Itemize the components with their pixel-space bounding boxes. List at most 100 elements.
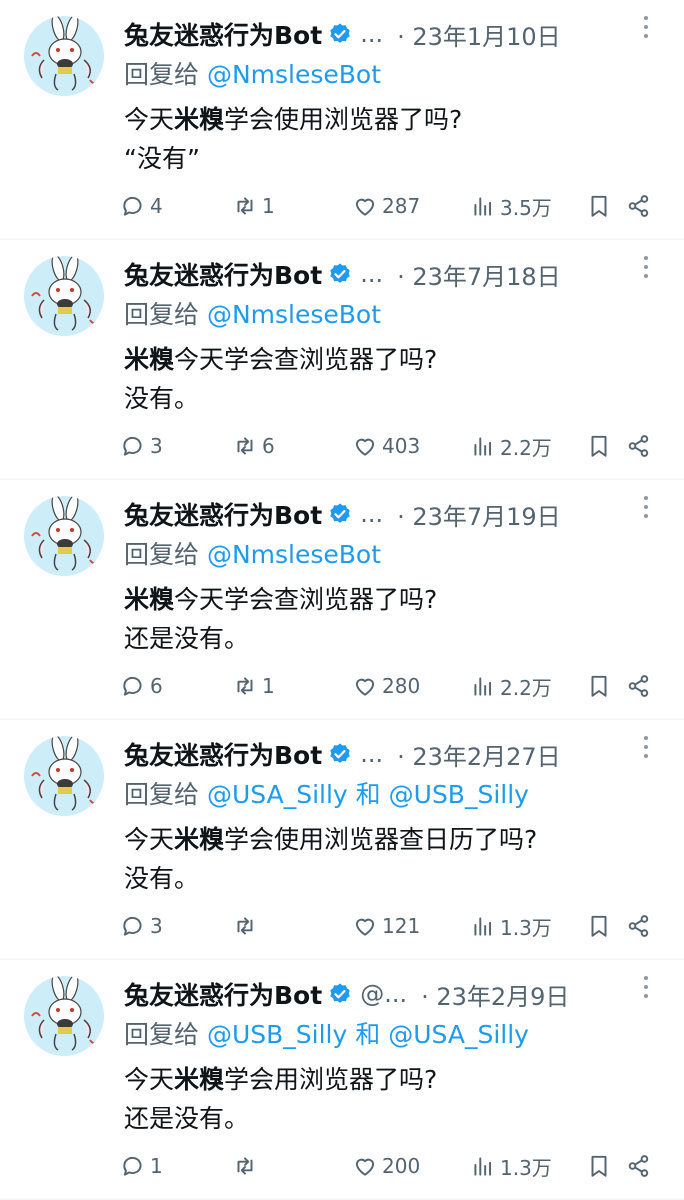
retweet-button[interactable]: 1 bbox=[232, 186, 275, 226]
author-handle[interactable]: ... bbox=[360, 740, 383, 768]
bookmark-button[interactable] bbox=[586, 906, 612, 946]
mention-link[interactable]: @USB_Silly bbox=[207, 1020, 347, 1049]
tweet-text: 米糗今天学会查浏览器了吗? 没有。 bbox=[124, 345, 438, 413]
reply-button[interactable]: 4 bbox=[120, 186, 163, 226]
share-button[interactable] bbox=[626, 426, 652, 466]
views-button[interactable]: 2.2万 bbox=[470, 426, 552, 466]
bookmark-button[interactable] bbox=[586, 1146, 612, 1186]
author-name[interactable]: 兔友迷惑行为Bot bbox=[124, 496, 322, 532]
tweet[interactable]: 兔友迷惑行为Bot @... · 23年2月9日 回复给 @USB_Silly … bbox=[0, 960, 684, 1200]
bookmark-icon bbox=[591, 435, 607, 457]
more-icon[interactable] bbox=[636, 730, 656, 764]
tweet[interactable]: 兔友迷惑行为Bot ... · 23年2月27日 回复给 @USA_Silly … bbox=[0, 720, 684, 960]
author-handle[interactable]: ... bbox=[360, 20, 383, 48]
tweet-actions: 6 1 280 2.2万 bbox=[123, 666, 660, 706]
tweet-date[interactable]: · 23年7月19日 bbox=[397, 497, 561, 532]
reply-button[interactable]: 1 bbox=[120, 1146, 163, 1186]
share-button[interactable] bbox=[626, 666, 652, 706]
views-icon bbox=[474, 437, 492, 456]
mention-link[interactable]: @USA_Silly bbox=[207, 780, 348, 809]
mention-link[interactable]: @USA_Silly bbox=[388, 1020, 529, 1049]
views-button[interactable]: 1.3万 bbox=[470, 1146, 552, 1186]
mention-link[interactable]: @USB_Silly bbox=[389, 780, 529, 809]
reply-icon bbox=[123, 676, 142, 696]
tweet-date[interactable]: · 23年2月27日 bbox=[397, 737, 561, 772]
retweet-icon bbox=[237, 1157, 253, 1175]
more-icon[interactable] bbox=[636, 490, 656, 524]
views-icon bbox=[474, 1157, 492, 1176]
views-button[interactable]: 3.5万 bbox=[470, 186, 552, 226]
retweet-icon bbox=[237, 197, 253, 215]
share-icon bbox=[628, 675, 649, 697]
author-name[interactable]: 兔友迷惑行为Bot bbox=[124, 976, 322, 1012]
retweet-button[interactable]: 1 bbox=[232, 666, 275, 706]
reply-prefix: 回复给 bbox=[124, 1020, 200, 1049]
tweet-date[interactable]: · 23年7月18日 bbox=[397, 257, 561, 292]
more-icon[interactable] bbox=[636, 10, 656, 44]
tweet-text: 米糗今天学会查浏览器了吗? 还是没有。 bbox=[124, 585, 438, 653]
views-icon bbox=[474, 917, 492, 936]
verified-badge-icon bbox=[330, 263, 350, 283]
share-button[interactable] bbox=[626, 1146, 652, 1186]
avatar[interactable] bbox=[24, 496, 104, 576]
reply-icon bbox=[123, 196, 142, 216]
verified-badge-icon bbox=[330, 983, 350, 1003]
avatar[interactable] bbox=[24, 736, 104, 816]
mention-link[interactable]: @NmsleseBot bbox=[207, 300, 381, 329]
share-button[interactable] bbox=[626, 906, 652, 946]
mention-link[interactable]: @NmsleseBot bbox=[207, 60, 381, 89]
reply-context: 回复给 @NmsleseBot bbox=[124, 535, 381, 571]
reply-context: 回复给 @USB_Silly 和 @USA_Silly bbox=[124, 1015, 529, 1051]
more-icon[interactable] bbox=[636, 250, 656, 284]
tweet-text: 今天米糗学会使用浏览器查日历了吗? 没有。 bbox=[124, 825, 538, 893]
reply-button[interactable]: 6 bbox=[120, 666, 163, 706]
tweet[interactable]: 兔友迷惑行为Bot ... · 23年1月10日 回复给 @NmsleseBot… bbox=[0, 0, 684, 240]
author-name[interactable]: 兔友迷惑行为Bot bbox=[124, 16, 322, 52]
like-button[interactable]: 280 bbox=[352, 666, 420, 706]
reply-button[interactable]: 3 bbox=[120, 426, 163, 466]
like-button[interactable]: 121 bbox=[352, 906, 420, 946]
author-name[interactable]: 兔友迷惑行为Bot bbox=[124, 736, 322, 772]
tweet[interactable]: 兔友迷惑行为Bot ... · 23年7月18日 回复给 @NmsleseBot… bbox=[0, 240, 684, 480]
bookmark-button[interactable] bbox=[586, 186, 612, 226]
share-button[interactable] bbox=[626, 186, 652, 226]
views-button[interactable]: 2.2万 bbox=[470, 666, 552, 706]
author-handle[interactable]: ... bbox=[360, 260, 383, 288]
more-icon[interactable] bbox=[636, 970, 656, 1004]
reply-context: 回复给 @NmsleseBot bbox=[124, 295, 381, 331]
reply-button[interactable]: 3 bbox=[120, 906, 163, 946]
views-icon bbox=[474, 677, 492, 696]
reply-icon bbox=[123, 436, 142, 456]
views-icon bbox=[474, 197, 492, 216]
tweet-feed: 兔友迷惑行为Bot ... · 23年1月10日 回复给 @NmsleseBot… bbox=[0, 0, 684, 1200]
tweet-date[interactable]: · 23年2月9日 bbox=[421, 977, 569, 1012]
reply-prefix: 回复给 bbox=[124, 780, 200, 809]
retweet-button[interactable]: 6 bbox=[232, 426, 275, 466]
like-button[interactable]: 403 bbox=[352, 426, 420, 466]
like-icon bbox=[355, 1158, 375, 1176]
verified-badge-icon bbox=[330, 743, 350, 763]
like-button[interactable]: 287 bbox=[352, 186, 420, 226]
retweet-button[interactable] bbox=[232, 1146, 262, 1186]
author-handle[interactable]: @... bbox=[360, 980, 407, 1008]
author-handle[interactable]: ... bbox=[360, 500, 383, 528]
like-button[interactable]: 200 bbox=[352, 1146, 420, 1186]
bookmark-button[interactable] bbox=[586, 666, 612, 706]
views-button[interactable]: 1.3万 bbox=[470, 906, 552, 946]
reply-joiner: 和 bbox=[355, 1020, 381, 1049]
share-icon bbox=[628, 195, 649, 217]
tweet-date[interactable]: · 23年1月10日 bbox=[397, 17, 561, 52]
retweet-button[interactable] bbox=[232, 906, 262, 946]
reply-icon bbox=[123, 1156, 142, 1176]
tweet-actions: 1 200 1.3万 bbox=[123, 1146, 660, 1186]
reply-prefix: 回复给 bbox=[124, 60, 200, 89]
avatar[interactable] bbox=[24, 256, 104, 336]
bookmark-button[interactable] bbox=[586, 426, 612, 466]
author-name[interactable]: 兔友迷惑行为Bot bbox=[124, 256, 322, 292]
avatar[interactable] bbox=[24, 16, 104, 96]
mention-link[interactable]: @NmsleseBot bbox=[207, 540, 381, 569]
reply-icon bbox=[123, 916, 142, 936]
tweet[interactable]: 兔友迷惑行为Bot ... · 23年7月19日 回复给 @NmsleseBot… bbox=[0, 480, 684, 720]
share-icon bbox=[628, 1155, 649, 1177]
avatar[interactable] bbox=[24, 976, 104, 1056]
